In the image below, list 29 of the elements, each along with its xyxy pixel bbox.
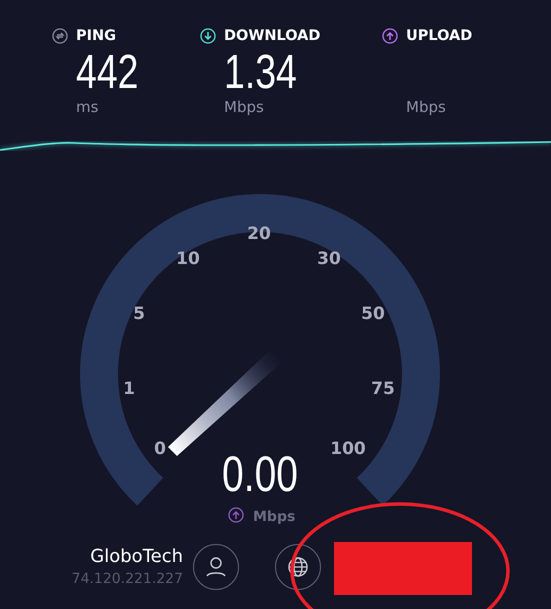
upload-icon xyxy=(228,507,244,523)
ip-address: 74.120.221.227 xyxy=(72,570,183,588)
scale-label: 5 xyxy=(133,304,145,324)
scale-label: 1 xyxy=(123,379,135,399)
metric-label: UPLOAD xyxy=(406,28,472,44)
download-icon xyxy=(200,28,216,44)
scale-label: 75 xyxy=(371,379,395,399)
scale-label: 100 xyxy=(330,439,366,459)
scale-label: 20 xyxy=(247,224,271,244)
host-name: GloboTech xyxy=(90,546,183,568)
metric-unit: Mbps xyxy=(406,98,447,116)
scale-label: 50 xyxy=(361,304,385,324)
metric-label: PING xyxy=(76,28,116,44)
metric-value: 1.34 xyxy=(224,48,297,98)
speed-reading: 0.00 xyxy=(222,445,298,502)
metric-unit: Mbps xyxy=(224,98,265,116)
user-button[interactable] xyxy=(193,544,239,590)
person-icon xyxy=(204,555,228,579)
metric-unit: ms xyxy=(76,98,100,116)
server-button[interactable] xyxy=(275,544,321,590)
scale-label: 10 xyxy=(176,249,200,269)
ping-icon xyxy=(52,28,68,44)
upload-icon xyxy=(382,28,398,44)
metric-label: DOWNLOAD xyxy=(224,28,320,44)
globe-icon xyxy=(287,556,309,578)
scale-label: 30 xyxy=(317,249,341,269)
scale-label: 0 xyxy=(154,439,166,459)
metric-value: 442 xyxy=(76,48,138,98)
speed-unit: Mbps xyxy=(253,509,296,525)
